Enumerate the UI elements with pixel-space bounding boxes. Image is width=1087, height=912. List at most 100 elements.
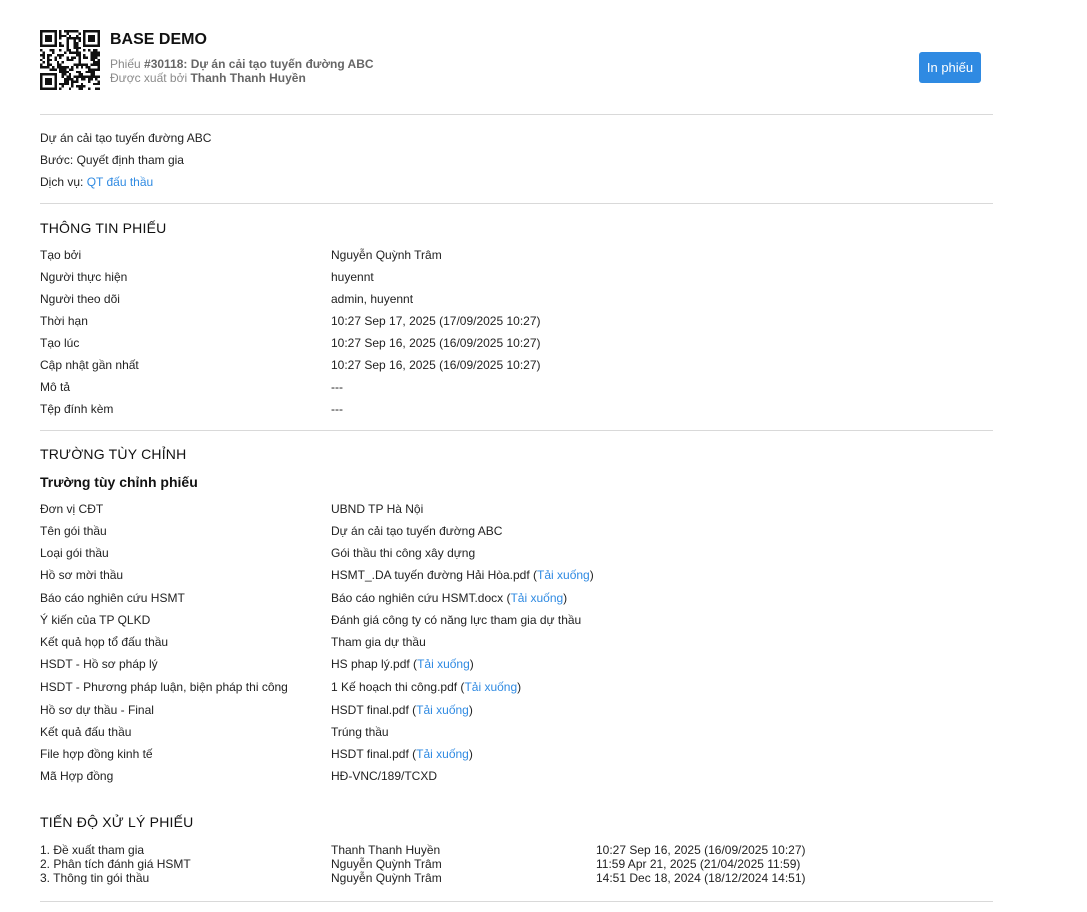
custom-field-row: HSDT - Hồ sơ pháp lý HS phap lý.pdf (Tải … [40, 657, 993, 679]
progress-title: TIẾN ĐỘ XỬ LÝ PHIẾU [40, 814, 194, 830]
custom-field-row: Kết quả đấu thầu Trúng thầu [40, 725, 993, 747]
download-link[interactable]: Tải xuống [510, 591, 563, 605]
custom-field-row: Ý kiến của TP QLKD Đánh giá công ty có nă… [40, 613, 993, 635]
info-row: Tệp đính kèm --- [40, 402, 993, 424]
download-link[interactable]: Tải xuống [417, 657, 470, 671]
info-value: --- [331, 380, 343, 394]
download-link[interactable]: Tải xuống [537, 568, 590, 582]
custom-field-text: Gói thầu thi công xây dựng [331, 546, 476, 560]
info-row: Mô tả --- [40, 380, 993, 402]
step-line: Bước: Quyết định tham gia [40, 153, 184, 167]
custom-field-value: Tham gia dự thầu [331, 635, 426, 649]
progress-row: 2. Phân tích đánh giá HSMT Nguyễn Quỳnh T… [40, 857, 993, 871]
custom-field-row: File hợp đồng kinh tế HSDT final.pdf (Tải… [40, 747, 993, 769]
custom-field-label: HSDT - Phương pháp luận, biện pháp thi c… [40, 680, 288, 694]
custom-field-label: Mã Hợp đồng [40, 769, 114, 783]
progress-time: 10:27 Sep 16, 2025 (16/09/2025 10:27) [596, 843, 806, 857]
info-label: Mô tả [40, 380, 71, 394]
file-name: HSMT_.DA tuyến đường Hải Hòa.pdf [331, 568, 530, 582]
file-name: 1 Kế hoạch thi công.pdf [331, 680, 458, 694]
ticket-prefix: Phiếu [110, 57, 145, 71]
custom-field-text: Tham gia dự thầu [331, 635, 426, 649]
custom-field-label: Loại gói thầu [40, 546, 109, 560]
ticket-header: BASE DEMO Phiếu #30118: Dự án cải tạo tu… [40, 0, 993, 115]
info-value: Nguyễn Quỳnh Trâm [331, 248, 442, 262]
custom-field-text: Dự án cải tạo tuyến đường ABC [331, 524, 503, 538]
progress-step: 2. Phân tích đánh giá HSMT [40, 857, 191, 871]
exported-prefix: Được xuất bởi [110, 71, 191, 85]
custom-field-text: UBND TP Hà Nội [331, 502, 424, 516]
custom-field-label: Báo cáo nghiên cứu HSMT [40, 591, 185, 605]
custom-field-value: HS phap lý.pdf (Tải xuống) [331, 657, 474, 671]
download-link[interactable]: Tải xuống [464, 680, 517, 694]
custom-field-value: UBND TP Hà Nội [331, 502, 423, 516]
info-value: huyennt [331, 270, 374, 284]
service-link[interactable]: QT đấu thầu [87, 175, 154, 189]
custom-field-value: 1 Kế hoạch thi công.pdf (Tải xuống) [331, 680, 522, 694]
info-label: Tạo bởi [40, 248, 82, 262]
custom-field-value: Gói thầu thi công xây dựng [331, 546, 475, 560]
info-label: Thời hạn [40, 314, 88, 328]
custom-field-row: Mã Hợp đồng HĐ-VNC/189/TCXD [40, 769, 993, 791]
info-label: Tạo lúc [40, 336, 80, 350]
custom-fields-subtitle: Trường tùy chỉnh phiếu [40, 474, 198, 490]
ticket-meta: Phiếu #30118: Dự án cải tạo tuyến đường … [110, 57, 374, 85]
custom-field-row: Báo cáo nghiên cứu HSMT Báo cáo nghiên cứ… [40, 591, 993, 613]
custom-field-label: Đơn vị CĐT [40, 502, 104, 516]
step-value: Quyết định tham gia [76, 153, 184, 167]
custom-field-label: Kết quả họp tổ đấu thầu [40, 635, 169, 649]
custom-field-row: Tên gói thầu Dự án cải tạo tuyến đường AB… [40, 524, 993, 546]
custom-field-text: HĐ-VNC/189/TCXD [331, 769, 438, 783]
custom-field-value: Dự án cải tạo tuyến đường ABC [331, 524, 502, 538]
company-name: BASE DEMO [110, 31, 207, 48]
progress-time: 14:51 Dec 18, 2024 (18/12/2024 14:51) [596, 871, 806, 885]
ticket-title-line: Phiếu #30118: Dự án cải tạo tuyến đường … [110, 57, 374, 71]
qr-code-icon [40, 30, 100, 90]
progress-user: Nguyễn Quỳnh Trâm [331, 857, 442, 871]
custom-field-value: HSDT final.pdf (Tải xuống) [331, 703, 473, 717]
ticket-summary: Dự án cải tạo tuyến đường ABC Bước: Quyế… [40, 115, 993, 204]
info-value: 10:27 Sep 16, 2025 (16/09/2025 10:27) [331, 336, 541, 350]
custom-field-label: Hồ sơ dự thầu - Final [40, 703, 154, 717]
custom-field-text: Trúng thầu [331, 725, 389, 739]
custom-field-row: HSDT - Phương pháp luận, biện pháp thi c… [40, 680, 993, 702]
custom-field-value: HSDT final.pdf (Tải xuống) [331, 747, 473, 761]
progress-time: 11:59 Apr 21, 2025 (21/04/2025 11:59) [596, 857, 801, 871]
file-name: Báo cáo nghiên cứu HSMT.docx [331, 591, 504, 605]
download-link[interactable]: Tải xuống [416, 703, 469, 717]
info-label: Người thực hiện [40, 270, 128, 284]
progress-step: 1. Đề xuất tham gia [40, 843, 145, 857]
info-row: Thời hạn 10:27 Sep 17, 2025 (17/09/2025 1… [40, 314, 993, 336]
info-value: --- [331, 402, 343, 416]
info-value: admin, huyennt [331, 292, 414, 306]
custom-field-value: HĐ-VNC/189/TCXD [331, 769, 437, 783]
info-row: Người thực hiện huyennt [40, 270, 993, 292]
custom-fields-title: TRƯỜNG TÙY CHỈNH [40, 446, 187, 462]
exported-by-line: Được xuất bởi Thanh Thanh Huyền [110, 71, 374, 85]
progress-user: Thanh Thanh Huyền [331, 843, 441, 857]
ticket-info-section: THÔNG TIN PHIẾU Tạo bởi Nguyễn Quỳnh Trâm… [40, 204, 993, 431]
custom-field-label: Hồ sơ mời thầu [40, 568, 124, 582]
ticket-code: #30118: Dự án cải tạo tuyến đường ABC [144, 57, 374, 71]
info-row: Người theo dõi admin, huyennt [40, 292, 993, 314]
step-label: Bước: [40, 153, 77, 167]
custom-field-row: Loại gói thầu Gói thầu thi công xây dựng [40, 546, 993, 568]
info-row: Tạo lúc 10:27 Sep 16, 2025 (16/09/2025 10… [40, 336, 993, 358]
exported-by-name: Thanh Thanh Huyền [190, 71, 306, 85]
custom-field-value: Đánh giá công ty có năng lực tham gia dự… [331, 613, 581, 627]
custom-field-value: Trúng thầu [331, 725, 389, 739]
custom-field-value: HSMT_.DA tuyến đường Hải Hòa.pdf (Tải xu… [331, 568, 594, 582]
print-button[interactable]: In phiếu [919, 52, 981, 83]
download-link[interactable]: Tải xuống [416, 747, 469, 761]
service-label: Dịch vụ: [40, 175, 87, 189]
info-label: Tệp đính kèm [40, 402, 114, 416]
service-line: Dịch vụ: QT đấu thầu [40, 175, 153, 189]
ticket-print-page: BASE DEMO Phiếu #30118: Dự án cải tạo tu… [40, 0, 993, 902]
progress-row: 1. Đề xuất tham gia Thanh Thanh Huyền 10:2… [40, 843, 993, 857]
custom-field-label: File hợp đồng kinh tế [40, 747, 153, 761]
file-name: HSDT final.pdf [331, 703, 409, 717]
info-value: 10:27 Sep 16, 2025 (16/09/2025 10:27) [331, 358, 541, 372]
progress-row: 3. Thông tin gói thầu Nguyễn Quỳnh Trâm 14… [40, 871, 993, 885]
info-value: 10:27 Sep 17, 2025 (17/09/2025 10:27) [331, 314, 541, 328]
project-name: Dự án cải tạo tuyến đường ABC [40, 131, 212, 145]
